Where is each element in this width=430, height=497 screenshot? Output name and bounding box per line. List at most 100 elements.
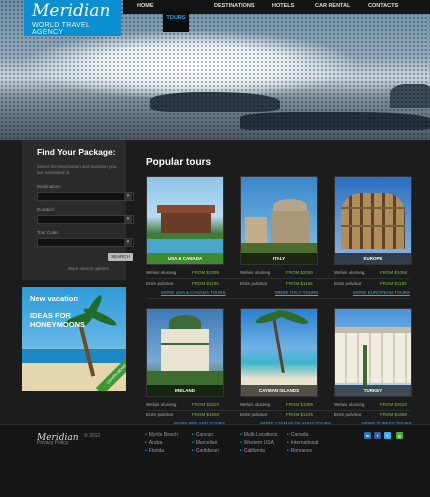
tour-price-row: Enim pulvinar FROM $1235 — [240, 412, 313, 417]
tour-price: FROM $1235 — [286, 412, 314, 417]
tour-card-caption: CAYMAN ISLANDS — [241, 385, 317, 396]
tour-price: FROM $1155 — [380, 281, 407, 286]
tour-row-label: Weluis ulusneg — [240, 402, 271, 407]
footer-link[interactable]: • International — [287, 440, 318, 446]
footer-link[interactable]: • Romance — [287, 448, 312, 454]
footer-link[interactable]: • Marcellan — [192, 440, 217, 446]
privacy-policy-link[interactable]: Privacy Policy — [37, 440, 68, 446]
more-search-link[interactable]: More search options — [68, 266, 109, 271]
facebook-icon[interactable]: f — [374, 432, 381, 439]
linkedin-icon[interactable]: in — [364, 432, 371, 439]
tour-price: FROM $1550 — [192, 412, 220, 417]
nav-destinations[interactable]: DESTINATIONS — [214, 3, 255, 9]
popular-tours-title: Popular tours — [146, 157, 212, 168]
tour-image-roof — [335, 327, 411, 333]
nav-tours-label: TOURS — [166, 15, 186, 21]
tour-card-ireland[interactable]: IRELAND — [146, 308, 224, 397]
tour-card-europe[interactable]: EUROPE — [334, 176, 412, 265]
search-button[interactable]: SEARCH — [108, 253, 133, 261]
chevron-down-icon: ▾ — [124, 216, 132, 223]
tour-code-select[interactable]: ▾ — [37, 238, 134, 247]
tour-image-building — [335, 331, 411, 383]
bullet-icon: • — [240, 432, 242, 438]
divider — [146, 278, 410, 279]
tour-price-row: Weluis ulusneg FROM $1058 — [334, 270, 407, 275]
bullet-icon: • — [192, 440, 194, 446]
tour-row-label: Enim pulvinar — [146, 281, 174, 286]
nav-car-rental[interactable]: CAR RENTAL — [315, 3, 350, 9]
footer-link-label: Florida — [148, 448, 165, 454]
chevron-down-icon: ▾ — [124, 239, 132, 246]
tour-price-row: Weluis ulusneg FROM $1099 — [240, 402, 313, 407]
destination-select[interactable]: ▾ — [37, 192, 134, 201]
tour-card-caption: TURKEY — [335, 385, 411, 396]
footer-link-label: Multi-Locations — [243, 432, 278, 438]
tour-card-caption: EUROPE — [335, 253, 411, 264]
more-tours-link[interactable]: MORE EUROPEAN TOURS — [353, 290, 410, 295]
tour-image-building — [161, 211, 211, 233]
footer-link[interactable]: • Canada — [287, 432, 308, 438]
tour-price-row: Enim pulvinar FROM $1155 — [240, 281, 313, 286]
tour-price-row: Enim pulvinar FROM $1099 — [334, 412, 407, 417]
footer-link-label: California — [243, 448, 265, 454]
tour-image-ledge — [341, 225, 405, 227]
tour-price-row: Weluis ulusneg FROM $2020 — [334, 402, 407, 407]
more-tours-link[interactable]: MORE USA & CANADA TOURS — [161, 290, 226, 295]
footer-link[interactable]: • Caribbean — [192, 448, 219, 454]
tour-row-label: Weluis ulusneg — [146, 402, 177, 407]
tour-price: FROM $1058 — [380, 270, 408, 275]
footer-link[interactable]: • Myrtle Beach — [145, 432, 178, 438]
promo-headline: New vacation — [30, 294, 78, 303]
honeymoon-promo-banner[interactable]: New vacation IDEAS FOR HONEYMOONS LEARN … — [22, 287, 126, 391]
footer-link-label: Western USA — [243, 440, 274, 446]
tour-image-ledge — [341, 207, 405, 209]
tour-card-cayman-islands[interactable]: CAYMAN ISLANDS — [240, 308, 318, 397]
footer-link[interactable]: • Western USA — [240, 440, 274, 446]
duration-select[interactable]: ▾ — [37, 215, 134, 224]
bullet-icon: • — [145, 432, 147, 438]
tour-image-tree — [363, 345, 367, 385]
nav-contacts[interactable]: CONTACTS — [368, 3, 398, 9]
nav-tours-active[interactable]: TOURS — [163, 10, 189, 32]
footer-link[interactable]: • Cancun — [192, 432, 213, 438]
tour-row-label: Enim pulvinar — [334, 281, 362, 286]
nav-hotels[interactable]: HOTELS — [272, 3, 294, 9]
tour-image-roof — [157, 205, 215, 213]
tour-row-label: Enim pulvinar — [240, 281, 268, 286]
tour-row-label: Enim pulvinar — [146, 412, 174, 417]
twitter-icon[interactable]: t — [384, 432, 391, 439]
more-tours-link[interactable]: MORE ITALY TOURS — [275, 290, 318, 295]
tour-price-row: Enim pulvinar FROM $1550 — [146, 412, 219, 417]
footer-link[interactable]: • Aruba — [145, 440, 162, 446]
bullet-icon: • — [287, 448, 289, 454]
footer-link-label: Myrtle Beach — [148, 432, 178, 438]
tour-price: FROM $1155 — [286, 281, 313, 286]
logo-name: Meridian — [32, 1, 111, 21]
duration-label: Duration: — [37, 207, 56, 212]
footer-link[interactable]: • California — [240, 448, 265, 454]
tour-price: FROM $1099 — [286, 402, 314, 407]
destination-label: Destination: — [37, 184, 61, 189]
divider — [146, 410, 410, 411]
tour-price: FROM $2030 — [286, 270, 314, 275]
footer-link[interactable]: • Multi-Locations — [240, 432, 277, 438]
tour-price: FROM $2020 — [380, 402, 408, 407]
footer-copyright: © 2012 — [84, 433, 101, 439]
palm-tree-icon — [272, 317, 285, 373]
tour-card-turkey[interactable]: TURKEY — [334, 308, 412, 397]
bullet-icon: • — [287, 440, 289, 446]
footer-link-label: Canada — [290, 432, 309, 438]
bullet-icon: • — [145, 440, 147, 446]
footer-link-label: Marcellan — [195, 440, 218, 446]
tour-card-italy[interactable]: ITALY — [240, 176, 318, 265]
chevron-down-icon: ▾ — [124, 193, 132, 200]
tour-card-usa-canada[interactable]: USA & CANADA — [146, 176, 224, 265]
nav-home[interactable]: HOME — [137, 3, 154, 9]
tour-row-label: Weluis ulusneg — [146, 270, 177, 275]
footer-link[interactable]: • Florida — [145, 448, 164, 454]
logo[interactable]: Meridian WORLD TRAVEL AGENCY — [24, 0, 121, 36]
share-icon[interactable]: g — [396, 432, 403, 439]
footer-link-label: Cancun — [195, 432, 213, 438]
bullet-icon: • — [192, 432, 194, 438]
footer-link-label: Aruba — [148, 440, 163, 446]
